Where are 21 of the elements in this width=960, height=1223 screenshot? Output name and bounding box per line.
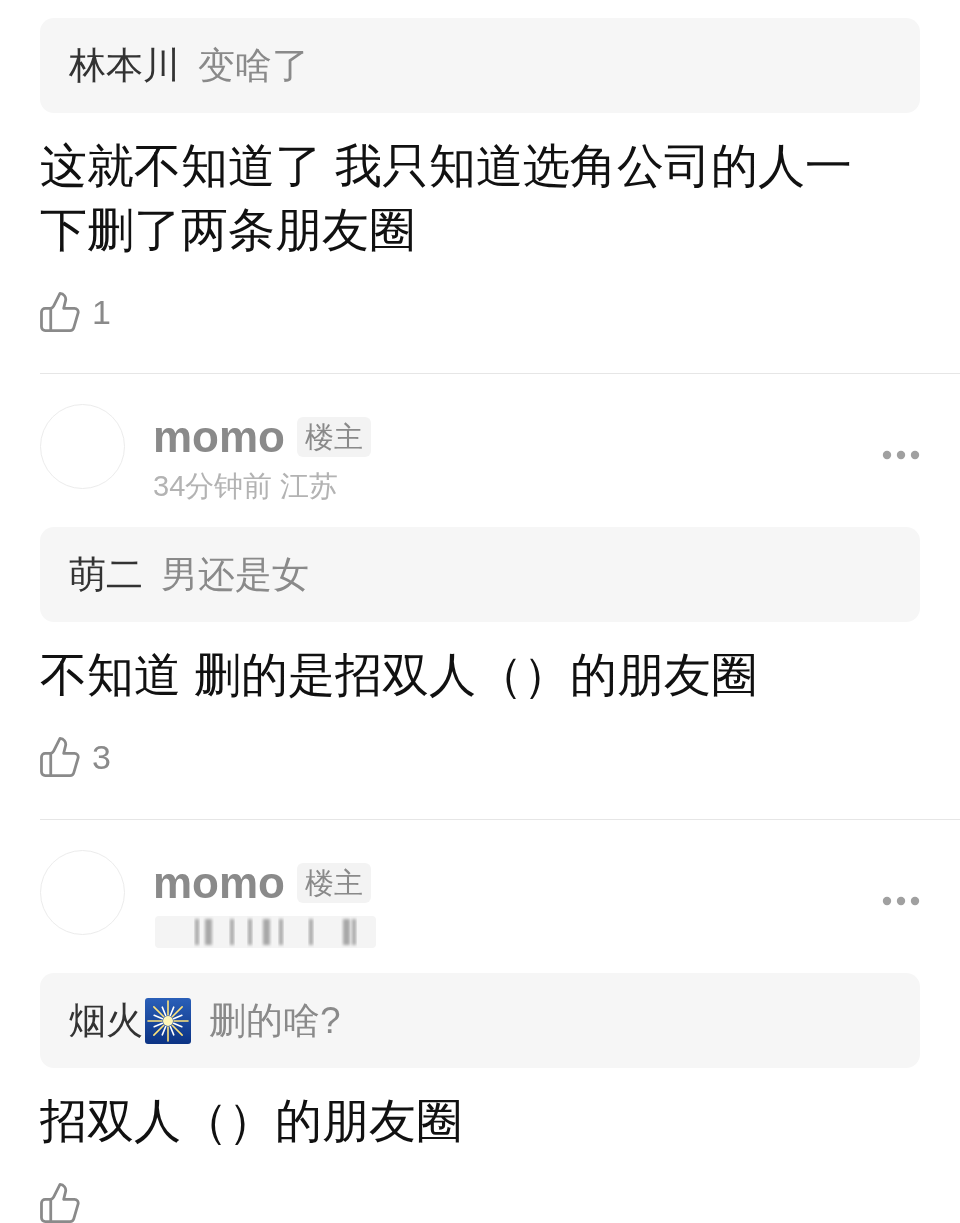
- thumbs-up-icon[interactable]: [40, 1183, 80, 1223]
- quote-author: 萌二: [69, 552, 143, 597]
- more-options-icon[interactable]: [882, 896, 920, 906]
- quote-text: 变啥了: [198, 43, 309, 88]
- thumbs-up-icon[interactable]: [40, 737, 80, 777]
- quote-text: 删的啥?: [209, 998, 341, 1043]
- like-count: 3: [92, 737, 111, 777]
- username[interactable]: momo: [153, 858, 285, 908]
- comment-text: 招双人（）的朋友圈: [40, 1093, 464, 1149]
- comment-text: 不知道 删的是招双人（）的朋友圈: [40, 647, 760, 703]
- comment-meta: 34分钟前 江苏: [153, 469, 339, 504]
- quote-author: 林本川: [69, 43, 180, 88]
- comment-text: 这就不知道了 我只知道选角公司的人一下删了两条朋友圈: [40, 138, 854, 258]
- username[interactable]: momo: [153, 412, 285, 462]
- thumbs-up-icon[interactable]: [40, 292, 80, 332]
- author-badge: 楼主: [297, 863, 371, 903]
- like-count: 1: [92, 292, 111, 332]
- quote-author: 烟火: [69, 998, 143, 1043]
- more-options-icon[interactable]: [882, 450, 920, 460]
- quote-text: 男还是女: [161, 552, 309, 597]
- author-badge: 楼主: [297, 417, 371, 457]
